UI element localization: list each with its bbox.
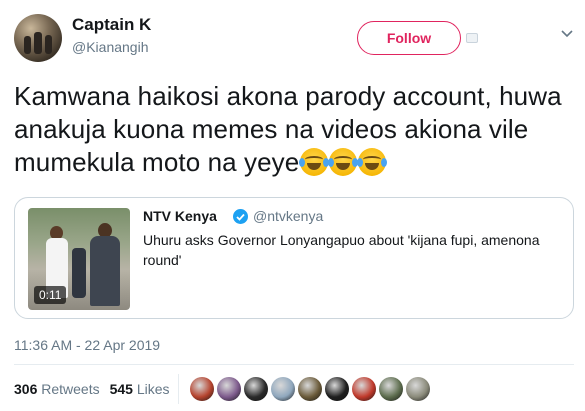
- tears-of-joy-emoji-icon: [357, 148, 388, 176]
- likes-count: 545: [109, 381, 133, 397]
- retweets-stat[interactable]: 306 Retweets: [14, 381, 100, 397]
- tears-of-joy-emoji-icon: [328, 148, 359, 176]
- author-handle[interactable]: @Kianangih: [72, 39, 149, 55]
- retweets-label: Retweets: [41, 381, 100, 397]
- tweet-timestamp[interactable]: 11:36 AM - 22 Apr 2019: [14, 337, 160, 353]
- liker-avatar[interactable]: [271, 377, 295, 401]
- chevron-down-icon[interactable]: [560, 28, 574, 40]
- engagement-stats: 306 Retweets 545 Likes: [14, 381, 170, 397]
- quoted-author-name[interactable]: NTV Kenya: [143, 208, 217, 224]
- author-avatar[interactable]: [14, 14, 62, 62]
- tears-of-joy-emoji-icon: [299, 148, 330, 176]
- liker-avatars: [190, 377, 430, 401]
- verified-badge-icon: [233, 209, 248, 224]
- liker-avatar[interactable]: [379, 377, 403, 401]
- liker-avatar[interactable]: [325, 377, 349, 401]
- liker-avatar[interactable]: [217, 377, 241, 401]
- profile-card-icon[interactable]: [466, 33, 478, 43]
- likes-label: Likes: [136, 381, 170, 397]
- liker-avatar[interactable]: [244, 377, 268, 401]
- liker-avatar[interactable]: [406, 377, 430, 401]
- quoted-author-handle[interactable]: @ntvkenya: [253, 208, 323, 224]
- author-name[interactable]: Captain K: [72, 15, 151, 35]
- quoted-tweet-text: Uhuru asks Governor Lonyangapuo about 'k…: [143, 232, 540, 268]
- liker-avatar[interactable]: [352, 377, 376, 401]
- stats-separator: [178, 374, 179, 404]
- tweet-body: Kamwana haikosi akona parody account, hu…: [14, 81, 562, 177]
- likes-stat[interactable]: 545 Likes: [110, 381, 170, 397]
- liker-avatar[interactable]: [298, 377, 322, 401]
- follow-button[interactable]: Follow: [357, 21, 461, 55]
- liker-avatar[interactable]: [190, 377, 214, 401]
- video-thumbnail[interactable]: 0:11: [28, 208, 130, 310]
- video-duration-badge: 0:11: [34, 286, 67, 304]
- tweet-text: Kamwana haikosi akona parody account, hu…: [14, 80, 574, 179]
- quoted-tweet-card[interactable]: 0:11 NTV Kenya @ntvkenya Uhuru asks Gove…: [14, 197, 574, 319]
- divider-top: [14, 364, 574, 365]
- retweets-count: 306: [14, 381, 38, 397]
